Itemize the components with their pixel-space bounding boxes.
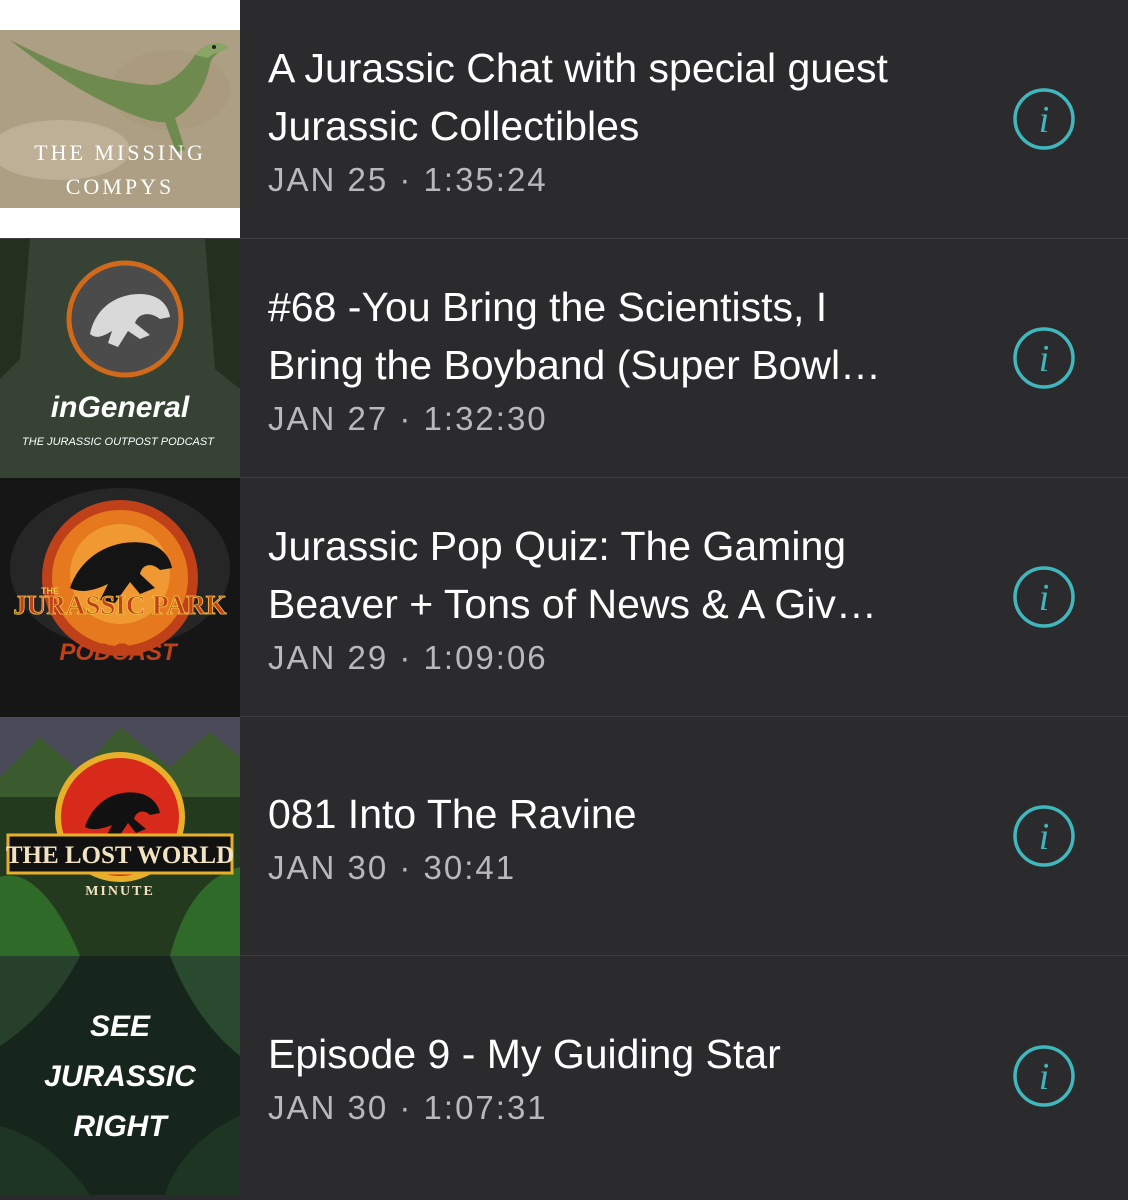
meta-separator: · (388, 1088, 424, 1126)
episode-row[interactable]: inGeneral THE JURASSIC OUTPOST PODCAST #… (0, 238, 1128, 478)
episode-duration: 1:07:31 (423, 1088, 548, 1126)
podcast-artwork: THE JURASSIC PARK PODCAST (0, 477, 240, 717)
meta-separator: · (388, 400, 424, 437)
jurassic-park-podcast-artwork: THE JURASSIC PARK PODCAST (0, 477, 240, 717)
episode-title: Jurassic Pop Quiz: The Gaming Beaver + T… (268, 523, 877, 627)
podcast-artwork: THE MISSING COMPYS (0, 0, 240, 238)
artwork-line-3: RIGHT (73, 1110, 169, 1143)
info-icon[interactable]: i (1012, 87, 1080, 151)
episode-text: 081 Into The Ravine JAN 30 · 30:41 (240, 785, 1012, 887)
episode-text: Jurassic Pop Quiz: The Gaming Beaver + T… (240, 517, 1012, 677)
episode-list: THE MISSING COMPYS A Jurassic Chat with … (0, 0, 1128, 1195)
meta-separator: · (388, 849, 424, 886)
episode-row[interactable]: SEE JURASSIC RIGHT Episode 9 - My Guidin… (0, 956, 1128, 1195)
artwork-line-1: THE LOST WORLD (6, 842, 234, 869)
podcast-artwork: inGeneral THE JURASSIC OUTPOST PODCAST (0, 238, 240, 478)
episode-text: Episode 9 - My Guiding Star JAN 30 · 1:0… (240, 1025, 1012, 1127)
episode-row[interactable]: THE MISSING COMPYS A Jurassic Chat with … (0, 0, 1128, 239)
episode-row[interactable]: THE JURASSIC PARK PODCAST Jurassic Pop Q… (0, 477, 1128, 717)
episode-duration: 1:32:30 (423, 400, 548, 437)
episode-title: Episode 9 - My Guiding Star (268, 1030, 781, 1077)
artwork-line-3: PODCAST (59, 639, 179, 666)
episode-duration: 30:41 (423, 849, 517, 886)
episode-title: A Jurassic Chat with special guest Juras… (268, 45, 888, 149)
meta-separator: · (388, 639, 424, 676)
svg-text:i: i (1039, 338, 1050, 380)
lost-world-minute-artwork: THE LOST WORLD MINUTE (0, 716, 240, 956)
episode-meta: JAN 30 · 1:07:31 (268, 1089, 996, 1127)
episode-meta: JAN 30 · 30:41 (268, 849, 996, 887)
episode-date: JAN 30 (268, 849, 389, 886)
episode-date: JAN 27 (268, 400, 389, 437)
see-jurassic-right-artwork: SEE JURASSIC RIGHT (0, 956, 240, 1195)
podcast-artwork: SEE JURASSIC RIGHT (0, 956, 240, 1195)
episode-date: JAN 29 (268, 639, 389, 676)
episode-meta: JAN 25 · 1:35:24 (268, 161, 996, 199)
artwork-line-2: JURASSIC PARK (13, 590, 226, 620)
podcast-artwork: THE LOST WORLD MINUTE (0, 716, 240, 956)
artwork-line-2: JURASSIC (44, 1060, 197, 1093)
episode-title: 081 Into The Ravine (268, 791, 637, 837)
episode-row[interactable]: THE LOST WORLD MINUTE 081 Into The Ravin… (0, 716, 1128, 956)
episode-duration: 1:35:24 (423, 161, 548, 198)
info-icon[interactable]: i (1012, 326, 1080, 390)
missing-compys-artwork: THE MISSING COMPYS (0, 0, 240, 238)
info-icon[interactable]: i (1012, 1044, 1080, 1108)
artwork-line-1: THE MISSING (34, 140, 206, 165)
svg-text:i: i (1039, 1056, 1050, 1098)
meta-separator: · (388, 161, 424, 198)
svg-text:i: i (1039, 99, 1050, 141)
episode-date: JAN 25 (268, 161, 389, 198)
episode-title: #68 -You Bring the Scientists, I Bring t… (268, 284, 882, 388)
ingeneral-artwork: inGeneral THE JURASSIC OUTPOST PODCAST (0, 238, 240, 478)
artwork-line-2: MINUTE (85, 884, 155, 899)
artwork-line-1: SEE (90, 1010, 151, 1043)
info-icon[interactable]: i (1012, 565, 1080, 629)
episode-date: JAN 30 (268, 1088, 389, 1126)
episode-meta: JAN 27 · 1:32:30 (268, 400, 996, 438)
episode-text: #68 -You Bring the Scientists, I Bring t… (240, 278, 1012, 438)
artwork-line-2: COMPYS (66, 174, 174, 199)
episode-duration: 1:09:06 (423, 639, 548, 676)
svg-text:i: i (1039, 577, 1050, 619)
artwork-line-1: inGeneral (51, 391, 190, 424)
episode-meta: JAN 29 · 1:09:06 (268, 639, 996, 677)
svg-text:i: i (1039, 816, 1050, 858)
info-icon[interactable]: i (1012, 804, 1080, 868)
artwork-line-2: THE JURASSIC OUTPOST PODCAST (22, 436, 215, 448)
episode-text: A Jurassic Chat with special guest Juras… (240, 39, 1012, 199)
